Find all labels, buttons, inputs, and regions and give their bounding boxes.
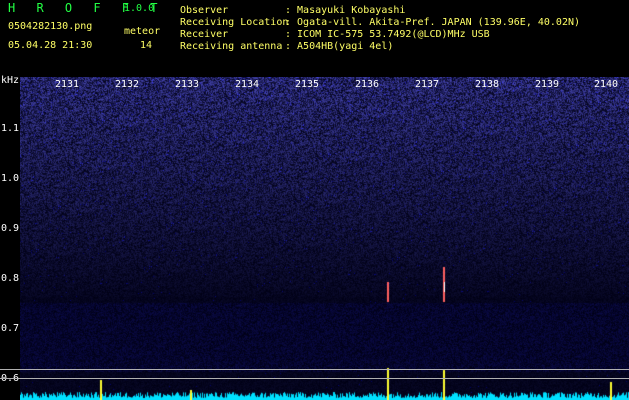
info-value-observer: : Masayuki Kobayashi [285,5,406,16]
y-tick-label: 1.0 [1,173,20,184]
x-tick-label: 2136 [355,79,380,90]
meteor-count: 14 [140,40,153,51]
info-label-location: Receiving Location [180,17,289,28]
x-tick-label: 2137 [415,79,440,90]
level-line-upper [0,369,629,370]
info-label-antenna: Receiving antenna [180,41,283,52]
info-label-receiver: Receiver [180,29,229,40]
x-tick-label: 2139 [535,79,560,90]
y-tick-label: 0.8 [1,273,20,284]
y-tick-label: 1.1 [1,123,20,134]
y-axis-unit: kHz [1,75,20,86]
header-panel: H R O F F T 1.0.0 0504282130.png meteor … [0,0,629,74]
x-tick-label: 2131 [55,79,80,90]
y-tick-label: 0.9 [1,223,20,234]
x-tick-label: 2134 [235,79,260,90]
info-label-observer: Observer [180,5,229,16]
x-tick-label: 2133 [175,79,200,90]
spectrogram [20,77,629,400]
meteor-label: meteor [124,26,161,37]
file-name: 0504282130.png [8,21,93,32]
info-value-location: : Ogata-vill. Akita-Pref. JAPAN (139.96E… [285,17,581,28]
info-value-antenna: : A504HB(yagi 4el) [285,41,394,52]
x-tick-label: 2132 [115,79,140,90]
level-line-lower [0,378,629,379]
observation-datetime: 05.04.28 21:30 [8,40,93,51]
x-tick-label: 2135 [295,79,320,90]
app-version: 1.0.0 [124,3,155,14]
y-tick-label: 0.7 [1,323,20,334]
info-value-receiver: : ICOM IC-575 53.7492(@LCD)MHz USB [285,29,490,40]
x-tick-label: 2140 [594,79,619,90]
x-tick-label: 2138 [475,79,500,90]
